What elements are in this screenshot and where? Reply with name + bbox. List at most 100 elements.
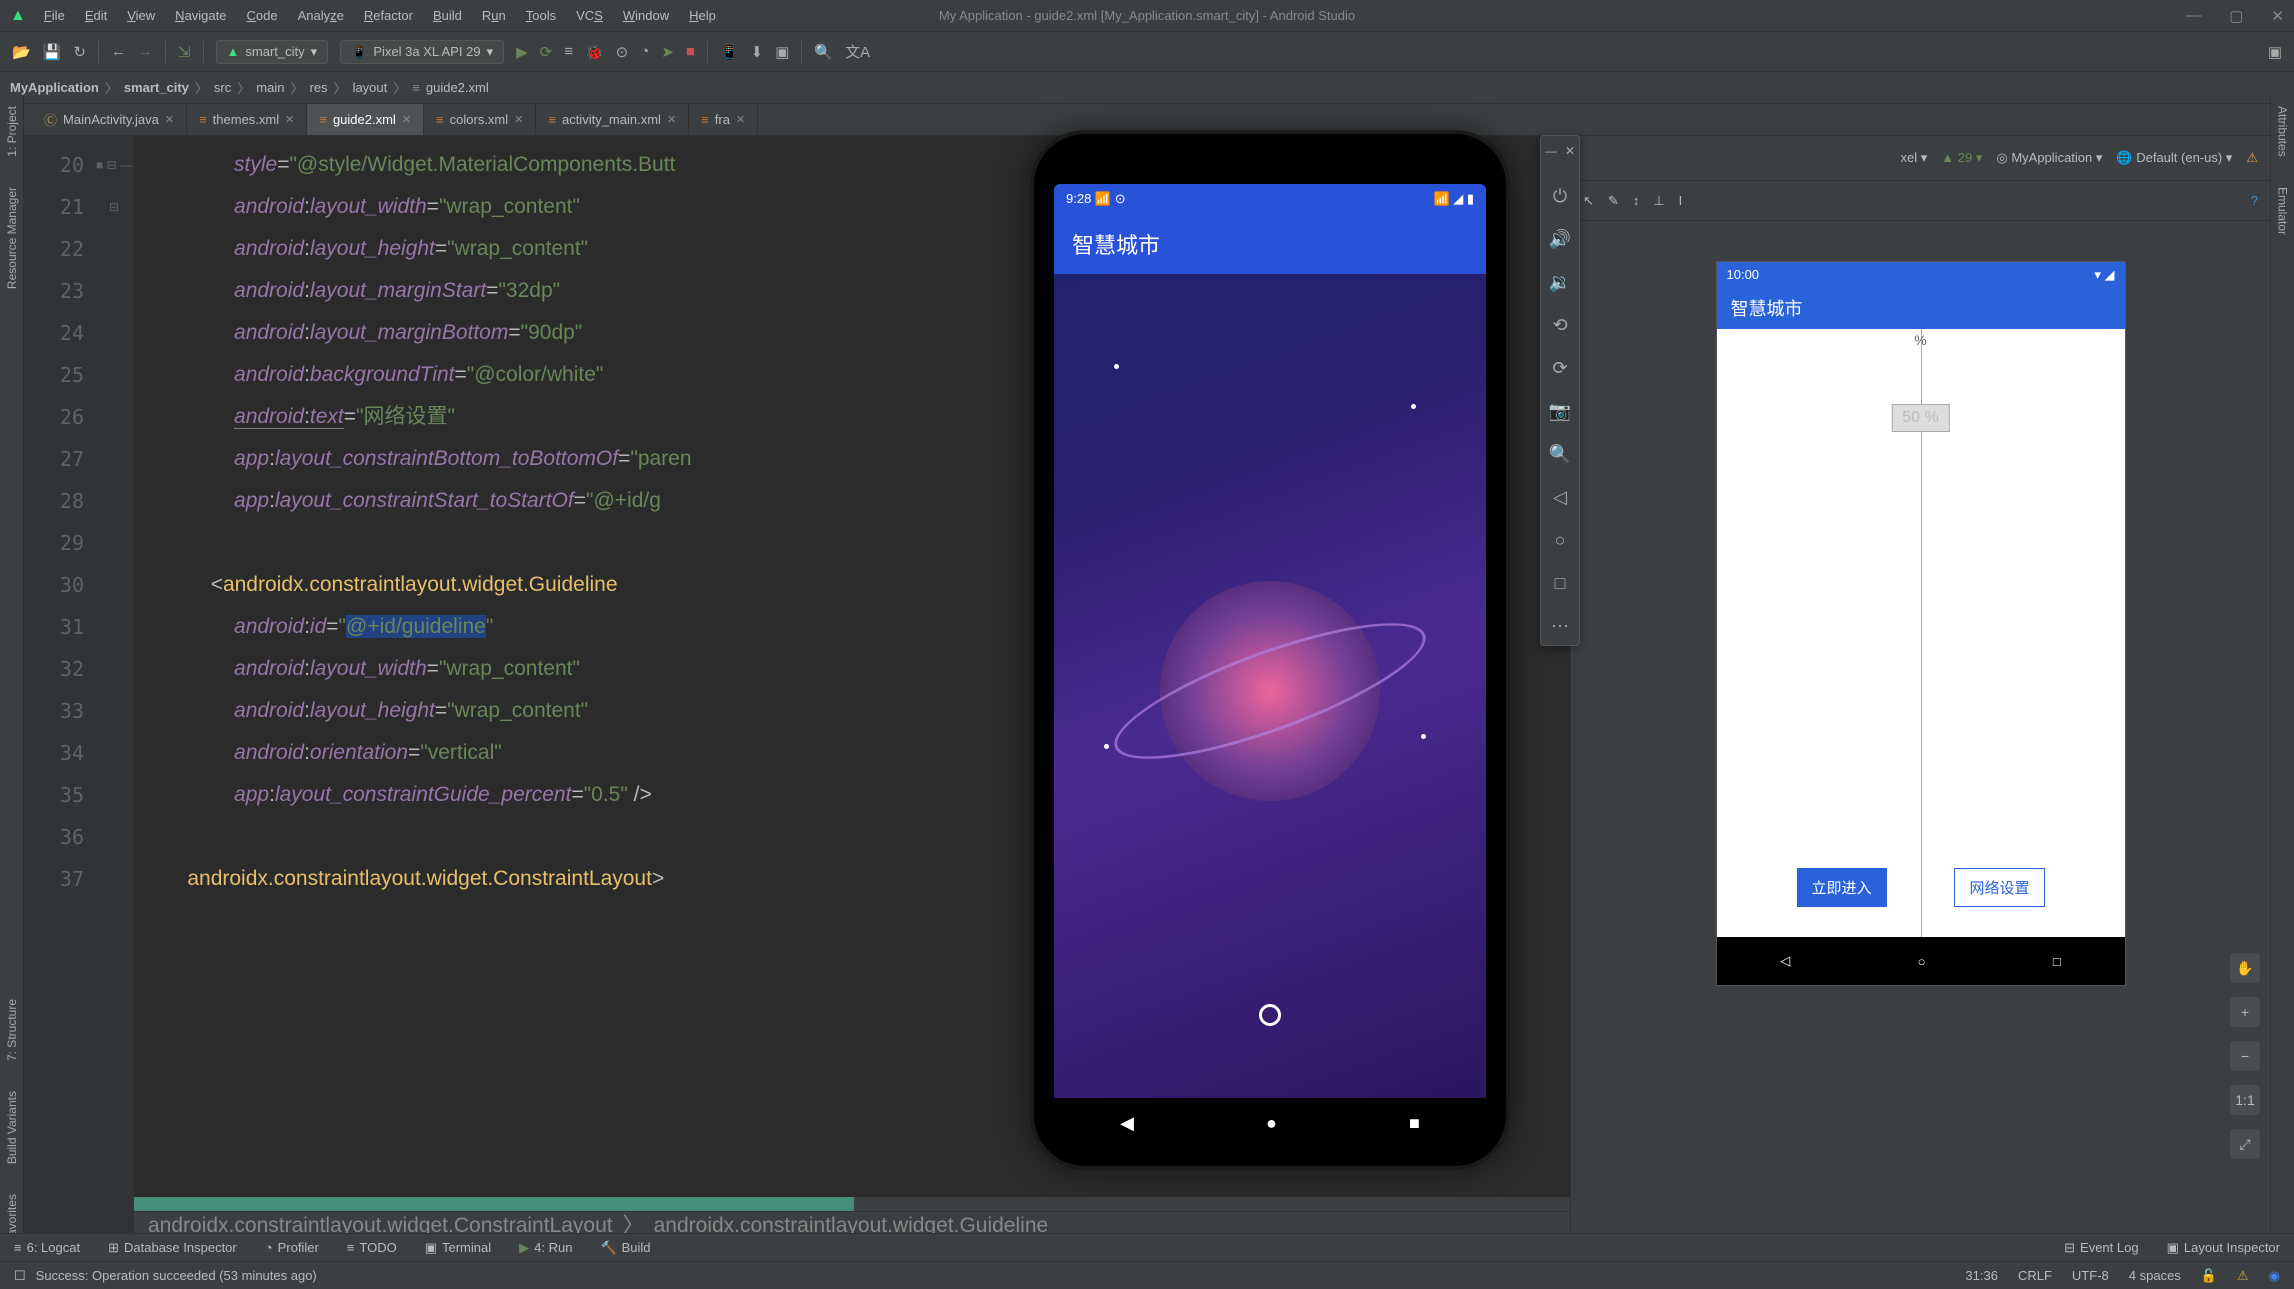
pixel-dropdown[interactable]: xel ▾ bbox=[1901, 150, 1928, 166]
apply-changes-icon[interactable]: ⟳ bbox=[540, 43, 553, 61]
zoom-in-icon[interactable]: + bbox=[2230, 997, 2260, 1027]
tool-build-variants[interactable]: Build Variants bbox=[5, 1091, 19, 1164]
volume-down-icon[interactable]: 🔉 bbox=[1549, 272, 1571, 293]
sys-recent-icon[interactable]: ■ bbox=[1409, 1113, 1420, 1134]
zoom-icon[interactable]: 🔍 bbox=[1549, 444, 1571, 465]
file-encoding[interactable]: UTF-8 bbox=[2072, 1268, 2109, 1284]
menu-code[interactable]: Code bbox=[236, 4, 287, 27]
zoom-fit-icon[interactable]: 1:1 bbox=[2230, 1085, 2260, 1115]
rotate-right-icon[interactable]: ⟳ bbox=[1552, 358, 1567, 379]
open-icon[interactable]: 📂 bbox=[12, 43, 31, 61]
zoom-out-icon[interactable]: − bbox=[2230, 1041, 2260, 1071]
menu-navigate[interactable]: Navigate bbox=[165, 4, 236, 27]
editor-tab[interactable]: ≡guide2.xml✕ bbox=[307, 104, 424, 135]
emulator-window[interactable]: 9:28 📶 ⊙ 📶 ◢ ▮ 智慧城市 ◀ ● ■ bbox=[1030, 130, 1510, 1180]
menu-edit[interactable]: Edit bbox=[75, 4, 117, 27]
em-overview-icon[interactable]: □ bbox=[1555, 573, 1566, 594]
tool-logcat[interactable]: ≡ 6: Logcat bbox=[14, 1240, 80, 1255]
sys-back-icon[interactable]: ◀ bbox=[1120, 1113, 1134, 1134]
menu-analyze[interactable]: Analyze bbox=[288, 4, 354, 27]
menu-view[interactable]: View bbox=[117, 4, 165, 27]
run-icon[interactable]: ▶ bbox=[516, 43, 528, 61]
status-icon[interactable]: ☐ bbox=[14, 1268, 26, 1284]
close-icon[interactable]: ✕ bbox=[2271, 7, 2284, 25]
zoom-reset-icon[interactable]: ⤢ bbox=[2230, 1129, 2260, 1159]
attach-icon[interactable]: ➤ bbox=[661, 43, 674, 61]
menu-window[interactable]: Window bbox=[613, 4, 679, 27]
align-icon[interactable]: ↕ bbox=[1633, 193, 1640, 208]
nav-back-icon[interactable]: ◁ bbox=[1780, 953, 1790, 969]
lock-icon[interactable]: 🔓 bbox=[2201, 1268, 2217, 1284]
camera-icon[interactable]: 📷 bbox=[1549, 401, 1571, 422]
run-config-dropdown[interactable]: ▲ smart_city ▾ bbox=[216, 40, 329, 64]
settings-icon[interactable]: ▣ bbox=[2268, 43, 2282, 61]
em-back-icon[interactable]: ◁ bbox=[1553, 487, 1567, 508]
menu-file[interactable]: FFileile bbox=[34, 4, 75, 27]
avd-icon[interactable]: 📱 bbox=[720, 43, 739, 61]
profile-icon[interactable]: ◔ bbox=[640, 43, 649, 60]
tab-close-icon[interactable]: ✕ bbox=[402, 113, 411, 126]
emulator-minimize-icon[interactable]: — bbox=[1545, 144, 1557, 158]
nav-home-icon[interactable]: ○ bbox=[1918, 954, 1926, 969]
guideline-tool-icon[interactable]: I bbox=[1679, 193, 1683, 208]
power-icon[interactable]: ⏻ bbox=[1553, 186, 1567, 207]
menu-run[interactable]: Run bbox=[472, 4, 516, 27]
back-icon[interactable]: ← bbox=[111, 43, 126, 60]
search-icon[interactable]: 🔍 bbox=[814, 43, 833, 61]
tool-terminal[interactable]: ▣ Terminal bbox=[425, 1240, 491, 1256]
tool-event-log[interactable]: ⊟ Event Log bbox=[2064, 1240, 2138, 1256]
preview-body[interactable]: % 50 % 立即进入 网络设置 bbox=[1717, 329, 2125, 937]
emulator-close-icon[interactable]: ✕ bbox=[1565, 144, 1575, 158]
tab-close-icon[interactable]: ✕ bbox=[285, 113, 294, 126]
tool-project[interactable]: 1: Project bbox=[5, 106, 19, 157]
tab-close-icon[interactable]: ✕ bbox=[736, 113, 745, 126]
editor-tab[interactable]: ⒸMainActivity.java✕ bbox=[32, 104, 187, 135]
coverage-icon[interactable]: ⊙ bbox=[616, 43, 629, 61]
tool-run[interactable]: ▶ 4: Run bbox=[519, 1240, 572, 1256]
chrome-icon[interactable]: ◉ bbox=[2269, 1268, 2280, 1284]
design-canvas[interactable]: 10:00 ▾ ◢ 智慧城市 % 50 % 立即进入 网络设置 ◁ ○ □ bbox=[1571, 221, 2270, 1026]
menu-refactor[interactable]: Refactor bbox=[354, 4, 423, 27]
menu-tools[interactable]: Tools bbox=[516, 4, 566, 27]
tab-close-icon[interactable]: ✕ bbox=[514, 113, 523, 126]
crumb-res[interactable]: res bbox=[309, 80, 327, 95]
nav-recent-icon[interactable]: □ bbox=[2053, 954, 2061, 969]
tool-resource-manager[interactable]: Resource Manager bbox=[5, 187, 19, 289]
tool-profiler[interactable]: ◔ Profiler bbox=[265, 1240, 319, 1255]
locale-dropdown[interactable]: 🌐 Default (en-us) ▾ bbox=[2116, 150, 2232, 166]
minimize-icon[interactable]: — bbox=[2186, 7, 2201, 25]
api-dropdown[interactable]: ▲ 29 ▾ bbox=[1941, 150, 1982, 166]
indent-setting[interactable]: 4 spaces bbox=[2129, 1268, 2181, 1284]
phone-screen[interactable]: 9:28 📶 ⊙ 📶 ◢ ▮ 智慧城市 bbox=[1054, 184, 1486, 1106]
tool-db-inspector[interactable]: ⊞ Database Inspector bbox=[108, 1240, 237, 1256]
margins-icon[interactable]: ⊥ bbox=[1653, 193, 1664, 209]
tool-attributes[interactable]: Attributes bbox=[2276, 106, 2290, 157]
tool-structure[interactable]: 7: Structure bbox=[5, 999, 19, 1061]
magic-wand-icon[interactable]: ✎ bbox=[1608, 193, 1619, 209]
maximize-icon[interactable]: ▢ bbox=[2229, 7, 2243, 25]
tab-close-icon[interactable]: ✕ bbox=[165, 113, 174, 126]
rotate-left-icon[interactable]: ⟲ bbox=[1552, 315, 1567, 336]
crumb-file[interactable]: guide2.xml bbox=[426, 80, 489, 95]
tool-todo[interactable]: ≡ TODO bbox=[347, 1240, 397, 1255]
help-icon[interactable]: ? bbox=[2251, 193, 2258, 208]
translate-icon[interactable]: 文A bbox=[845, 41, 870, 62]
preview-secondary-button[interactable]: 网络设置 bbox=[1954, 868, 2044, 907]
menu-vcs[interactable]: VCS bbox=[566, 4, 613, 27]
editor-tab[interactable]: ≡themes.xml✕ bbox=[187, 104, 307, 135]
warning-icon[interactable]: ⚠ bbox=[2246, 150, 2258, 166]
tool-emulator[interactable]: Emulator bbox=[2276, 187, 2290, 235]
editor-tab[interactable]: ≡activity_main.xml✕ bbox=[536, 104, 689, 135]
cursor-tool-icon[interactable]: ↖ bbox=[1583, 193, 1594, 209]
crumb-layout[interactable]: layout bbox=[353, 80, 388, 95]
caret-position[interactable]: 31:36 bbox=[1965, 1268, 1998, 1284]
editor-tab[interactable]: ≡fra✕ bbox=[689, 104, 758, 135]
forward-icon[interactable]: → bbox=[138, 43, 153, 60]
crumb-module[interactable]: smart_city bbox=[124, 80, 189, 95]
crumb-src[interactable]: src bbox=[214, 80, 231, 95]
debug-icon[interactable]: ≡ bbox=[564, 43, 573, 60]
stop-icon[interactable]: ■ bbox=[686, 43, 695, 60]
guideline-handle[interactable]: % bbox=[1914, 332, 1926, 348]
layout-inspector-icon[interactable]: ▣ bbox=[775, 43, 789, 61]
em-home-icon[interactable]: ○ bbox=[1555, 530, 1566, 551]
